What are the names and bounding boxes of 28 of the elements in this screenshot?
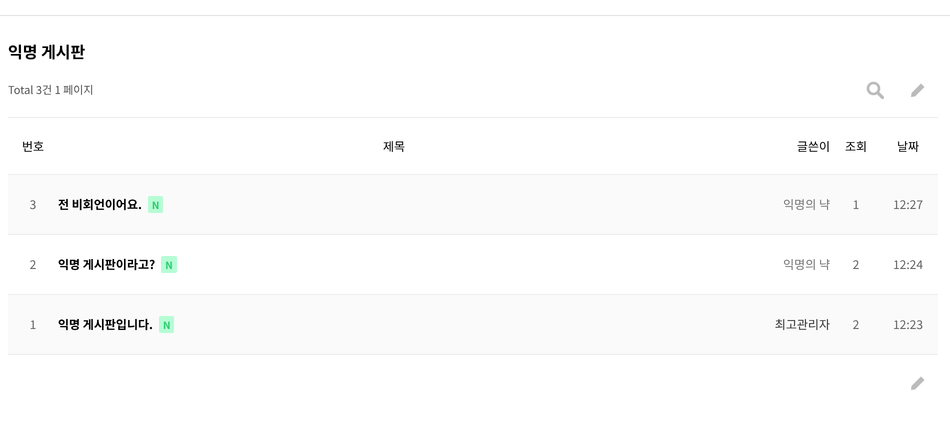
view-count: 1 — [852, 196, 860, 213]
post-date: 12:27 — [892, 196, 924, 213]
view-count: 2 — [852, 256, 860, 273]
post-date: 12:24 — [892, 256, 924, 273]
pencil-icon[interactable] — [910, 375, 926, 391]
post-number: 1 — [28, 316, 38, 333]
view-count: 2 — [852, 316, 860, 333]
post-author: 익명의 냑 — [782, 196, 830, 213]
new-badge: N — [148, 196, 164, 213]
new-badge: N — [158, 316, 174, 333]
post-date: 12:23 — [892, 316, 924, 333]
column-header: 날짜 — [896, 138, 920, 154]
post-title-link[interactable]: 익명 게시판이라고? — [58, 256, 156, 273]
new-badge: N — [161, 256, 177, 273]
post-title-link[interactable]: 전 비회언이어요. — [58, 196, 142, 213]
post-number: 2 — [28, 256, 38, 273]
post-author: 익명의 냑 — [782, 256, 830, 273]
column-header: 글쓴이 — [796, 138, 830, 154]
search-icon[interactable] — [866, 81, 884, 99]
pencil-icon[interactable] — [910, 82, 926, 98]
post-count: Total 3건 1 페이지 — [8, 82, 94, 98]
post-title-link[interactable]: 익명 게시판입니다. — [58, 316, 153, 333]
column-header: 제목 — [382, 138, 406, 154]
column-header: 번호 — [20, 138, 46, 154]
post-author: 최고관리자 — [774, 316, 830, 333]
column-header: 조회 — [844, 138, 868, 154]
board-title: 익명 게시판 — [8, 41, 86, 61]
post-number: 3 — [28, 196, 38, 213]
